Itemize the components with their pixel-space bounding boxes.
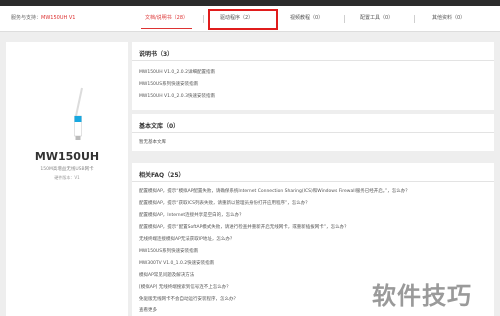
- tab-config-tools[interactable]: 配置工具（0）: [360, 14, 393, 21]
- hardware-version: 硬件版本：V1: [54, 175, 80, 180]
- product-description: 150M高增益无线USB网卡: [40, 167, 94, 172]
- watermark: 软件技巧: [372, 282, 472, 310]
- faq-link[interactable]: 配置模拟AP，提示“模拟AP配置失败，请确保系统Internet Connect…: [139, 188, 410, 194]
- divider: [132, 181, 494, 182]
- tab-divider: [203, 15, 204, 23]
- basic-docs-section: 基本文库（0） 暂无基本文库: [132, 114, 494, 151]
- manual-section-title: 说明书（3）: [139, 51, 174, 58]
- divider: [132, 132, 494, 133]
- faq-link[interactable]: 无线终端连接模拟AP无法获取IP地址，怎么办？: [139, 236, 234, 242]
- faq-link[interactable]: 配置模拟AP，提示“获取ICS列表失败，请重新以管理员身份打开应用程序”，怎么办…: [139, 200, 310, 206]
- breadcrumb-model[interactable]: MW150UH V1: [41, 15, 75, 21]
- tab-divider: [344, 15, 345, 23]
- faq-link[interactable]: MW150US系列快速安装指南: [139, 248, 198, 254]
- breadcrumb-prefix: 服务与支持：: [11, 15, 42, 21]
- faq-section-title: 相关FAQ（25）: [139, 172, 185, 179]
- faq-more-link[interactable]: 查看更多: [139, 307, 157, 313]
- faq-link[interactable]: 免驱版无线网卡不会自动运行安装程序，怎么办？: [139, 296, 238, 302]
- manual-link[interactable]: MW150UH V1.0_2.0.3快速安装指南: [139, 93, 215, 99]
- manual-link[interactable]: MW150US系列快速安装指南: [139, 81, 198, 87]
- breadcrumb: 服务与支持：MW150UH V1: [11, 14, 75, 21]
- highlight-box: [208, 9, 278, 30]
- faq-link[interactable]: 模拟AP常见问题及解决方法: [139, 272, 194, 278]
- manual-section: 说明书（3） MW150UH V1.0_2.0.2详细配置指南 MW150US系…: [132, 42, 494, 110]
- active-tab-underline: [141, 28, 192, 29]
- faq-link[interactable]: 配置模拟AP，Internet连接共享是空白的，怎么办？: [139, 212, 244, 218]
- product-panel: MW150UH 150M高增益无线USB网卡 硬件版本：V1: [6, 42, 128, 316]
- faq-link[interactable]: 配置模拟AP，提示“配置SoftAP模式失败，请进行检查并重新开启无线网卡，或重…: [139, 224, 349, 230]
- tab-other[interactable]: 其他资料（0）: [432, 14, 465, 21]
- manual-link[interactable]: MW150UH V1.0_2.0.2详细配置指南: [139, 69, 215, 75]
- basic-docs-empty-text: 暂无基本文库: [139, 140, 166, 145]
- faq-link[interactable]: MW300TV V1.0_1.0.2快速安装指南: [139, 260, 214, 266]
- basic-docs-section-title: 基本文库（0）: [139, 123, 180, 130]
- faq-link[interactable]: [模拟AP] 无线终端搜索到信号连不上怎么办？: [139, 284, 231, 290]
- product-name: MW150UH: [34, 150, 100, 163]
- usb-adapter-image: [74, 87, 83, 140]
- tab-videos[interactable]: 视频教程（0）: [290, 14, 323, 21]
- divider: [132, 60, 494, 61]
- tab-documents[interactable]: 文档/说明书（28）: [145, 14, 188, 21]
- tab-divider: [414, 15, 415, 23]
